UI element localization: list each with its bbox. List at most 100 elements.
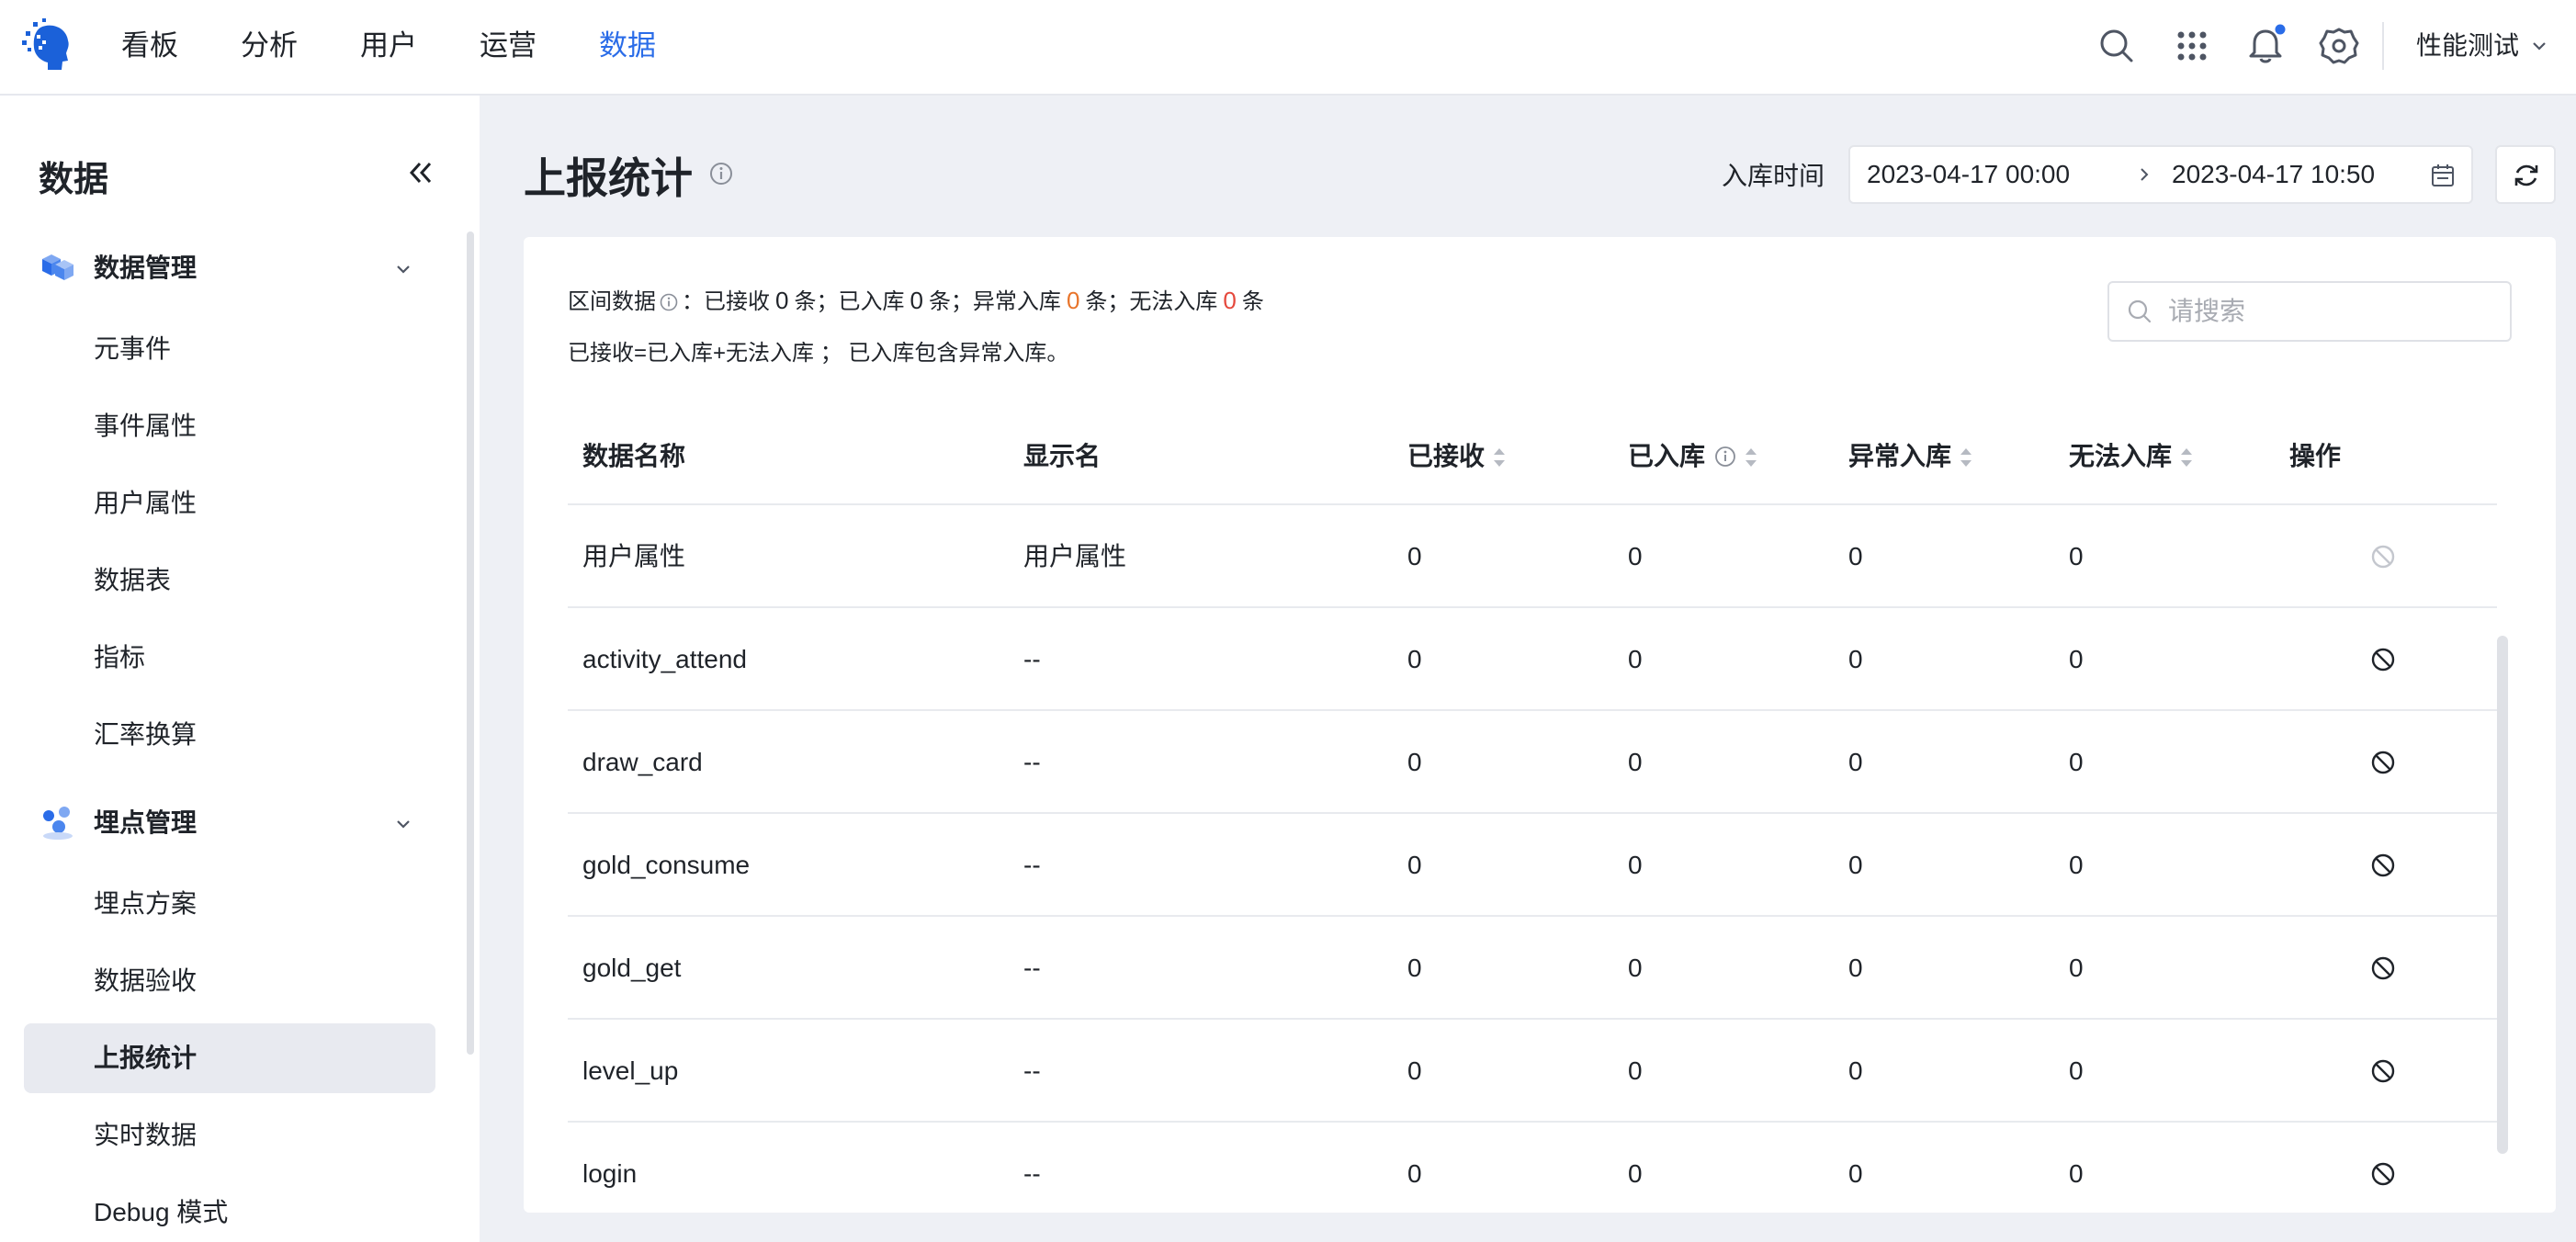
unit-label: 条	[1241, 289, 1264, 314]
cell-display-name: --	[1023, 851, 1041, 879]
table-row: gold_get -- 0 0 0 0	[568, 917, 2497, 1020]
sort-icon[interactable]	[1744, 446, 1758, 469]
col-display-name: 显示名	[1023, 442, 1102, 470]
formula-note: 已接收=已入库+无法入库 ； 已入库包含异常入库。	[568, 341, 1069, 366]
cell-data-name: login	[582, 1159, 638, 1188]
sidebar-item-realtime-data[interactable]: 实时数据	[24, 1101, 435, 1170]
date-start[interactable]: 2023-04-17 00:00	[1867, 147, 2070, 202]
stored-count: 0	[910, 287, 923, 314]
search-box[interactable]	[2107, 281, 2512, 342]
info-icon[interactable]	[660, 293, 678, 311]
sort-icon[interactable]	[2179, 446, 2194, 469]
cell-display-name: 用户属性	[1023, 542, 1127, 570]
cell-received: 0	[1407, 645, 1422, 673]
chevron-down-icon[interactable]	[2530, 37, 2548, 55]
table-row: 用户属性 用户属性 0 0 0 0	[568, 505, 2497, 608]
sidebar-group-tracking-management[interactable]: 埋点管理	[39, 796, 424, 851]
sidebar-item-user-properties[interactable]: 用户属性	[24, 469, 435, 538]
table-scrollbar[interactable]	[2497, 636, 2508, 1154]
apps-grid-icon[interactable]	[2170, 24, 2214, 68]
disable-icon[interactable]	[2370, 955, 2396, 981]
nav-data[interactable]: 数据	[599, 0, 656, 92]
data-cubes-icon	[42, 254, 73, 280]
logo[interactable]	[20, 18, 73, 73]
stored-label: 条；已入库	[794, 289, 905, 314]
cell-failed: 0	[2069, 851, 2084, 879]
page-title: 上报统计	[524, 154, 693, 202]
tracking-dots-icon	[43, 807, 73, 840]
nav-analysis[interactable]: 分析	[241, 0, 298, 92]
cell-display-name: --	[1023, 748, 1041, 776]
cell-received: 0	[1407, 1159, 1422, 1188]
cell-display-name: --	[1023, 1056, 1041, 1085]
col-stored[interactable]: 已入库	[1628, 402, 1758, 511]
col-received[interactable]: 已接收	[1407, 402, 1507, 511]
chevron-down-icon[interactable]	[393, 814, 413, 834]
nav-dashboard[interactable]: 看板	[121, 0, 178, 92]
disable-icon[interactable]	[2370, 544, 2396, 570]
info-icon[interactable]	[1714, 446, 1736, 468]
col-stored-label: 已入库	[1628, 442, 1706, 470]
refresh-button[interactable]	[2495, 145, 2556, 204]
sidebar-item-event-properties[interactable]: 事件属性	[24, 391, 435, 461]
nav-users[interactable]: 用户	[360, 0, 417, 92]
date-range-picker[interactable]: 2023-04-17 00:00 2023-04-17 10:50	[1848, 145, 2473, 204]
sidebar-item-tracking-plan[interactable]: 埋点方案	[24, 869, 435, 939]
date-end[interactable]: 2023-04-17 10:50	[2172, 147, 2375, 202]
cell-abnormal: 0	[1848, 954, 1863, 982]
sidebar-item-meta-events[interactable]: 元事件	[24, 314, 435, 384]
sidebar-item-data-acceptance[interactable]: 数据验收	[24, 946, 435, 1016]
bell-icon[interactable]	[2243, 24, 2288, 68]
cell-abnormal: 0	[1848, 748, 1863, 776]
disable-icon[interactable]	[2370, 1058, 2396, 1084]
sidebar-item-report-stats[interactable]: 上报统计	[24, 1023, 435, 1093]
sidebar-item-exchange-rate[interactable]: 汇率换算	[24, 700, 435, 770]
sidebar-scrollbar[interactable]	[467, 231, 474, 1055]
chevron-down-icon[interactable]	[393, 259, 413, 279]
summary-label: 区间数据	[568, 289, 656, 314]
sidebar-item-debug-mode[interactable]: Debug 模式	[24, 1178, 435, 1242]
user-menu[interactable]: 性能测试	[2416, 0, 2519, 92]
calendar-icon[interactable]	[2429, 162, 2457, 189]
sidebar-item-data-tables[interactable]: 数据表	[24, 546, 435, 615]
sidebar-item-metrics[interactable]: 指标	[24, 623, 435, 693]
failed-count: 0	[1223, 287, 1237, 314]
cell-data-name: level_up	[582, 1056, 679, 1085]
toolbar-divider	[2382, 22, 2384, 70]
cell-stored: 0	[1628, 542, 1643, 570]
table-row: gold_consume -- 0 0 0 0	[568, 814, 2497, 917]
date-range-label: 入库时间	[1722, 162, 1825, 190]
cell-abnormal: 0	[1848, 542, 1863, 570]
search-input[interactable]	[2168, 292, 2499, 331]
disable-icon[interactable]	[2370, 1161, 2396, 1187]
cell-stored: 0	[1628, 1056, 1643, 1085]
cell-failed: 0	[2069, 954, 2084, 982]
cell-data-name: draw_card	[582, 748, 703, 776]
cell-display-name: --	[1023, 645, 1041, 673]
cell-failed: 0	[2069, 542, 2084, 570]
table-row: login -- 0 0 0 0	[568, 1123, 2497, 1225]
cell-stored: 0	[1628, 851, 1643, 879]
col-abnormal[interactable]: 异常入库	[1848, 402, 1973, 511]
cell-abnormal: 0	[1848, 1159, 1863, 1188]
interval-summary: 区间数据 ：已接收 0 条；已入库 0 条；异常入库 0 条；无法入库 0 条	[568, 283, 1264, 315]
sort-icon[interactable]	[1492, 446, 1507, 469]
disable-icon[interactable]	[2370, 852, 2396, 878]
gear-icon[interactable]	[2317, 24, 2361, 68]
nav-operations[interactable]: 运营	[480, 0, 537, 92]
cell-failed: 0	[2069, 1056, 2084, 1085]
received-label: 已接收	[704, 289, 770, 314]
cell-failed: 0	[2069, 748, 2084, 776]
collapse-sidebar-icon[interactable]	[404, 156, 437, 189]
sort-icon[interactable]	[1959, 446, 1973, 469]
info-icon[interactable]	[709, 162, 733, 186]
disable-icon[interactable]	[2370, 750, 2396, 775]
search-icon[interactable]	[2095, 24, 2139, 68]
col-failed[interactable]: 无法入库	[2069, 402, 2194, 511]
cell-abnormal: 0	[1848, 645, 1863, 673]
cell-received: 0	[1407, 1056, 1422, 1085]
cell-stored: 0	[1628, 645, 1643, 673]
sidebar-group-data-management[interactable]: 数据管理	[39, 241, 424, 296]
disable-icon[interactable]	[2370, 647, 2396, 672]
cell-received: 0	[1407, 748, 1422, 776]
